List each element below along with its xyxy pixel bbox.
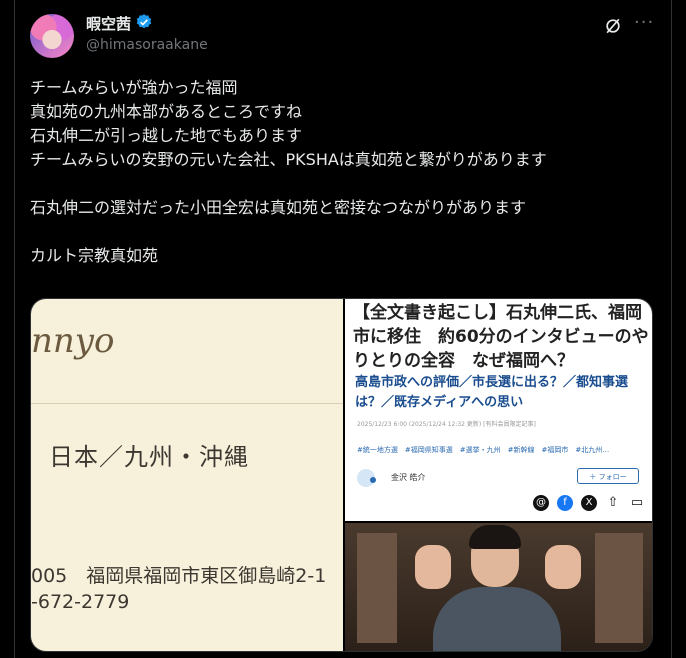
bookshelf: [595, 533, 643, 643]
facebook-icon: f: [557, 495, 573, 511]
more-options-icon[interactable]: ···: [634, 12, 654, 33]
author-badge-icon: [370, 477, 376, 483]
user-handle[interactable]: @himasoraakane: [86, 37, 208, 53]
avatar[interactable]: [30, 14, 74, 58]
share-icon: ⇧: [607, 495, 619, 510]
brand-logo-text: nnyo: [31, 321, 115, 361]
person-hair: [469, 525, 521, 549]
media-image-article[interactable]: 【全文書き起こし】石丸伸二氏、福岡市に移住 約60分のインタビューのやりとりの全…: [345, 299, 652, 521]
media-grid: nnyo 日本／九州・沖縄 005 福岡県福岡市東区御島崎2-1 -672-27…: [30, 298, 653, 652]
follow-button: ＋ フォロー: [577, 468, 639, 484]
share-icons: @ f X ⇧ ▭: [533, 495, 645, 511]
article-subheadline: 高島市政への評価／市長選に出る？／都知事選は？／既存メディアへの思い: [355, 375, 629, 410]
person-hand-left: [415, 545, 451, 589]
phone-text: -672-2779: [31, 591, 130, 613]
media-image-portrait[interactable]: [345, 523, 652, 651]
divider: [31, 403, 343, 404]
verified-badge-icon: [136, 14, 152, 29]
display-name[interactable]: 暇空茜: [86, 13, 131, 34]
article-author: 金沢 皓介: [391, 473, 426, 482]
threads-icon: @: [533, 495, 549, 511]
article-headline: 【全文書き起こし】石丸伸二氏、福岡市に移住 約60分のインタビューのやりとりの全…: [353, 303, 649, 371]
link-icon: ▭: [630, 495, 644, 510]
post-text: チームみらいが強かった福岡 真如苑の九州本部があるところですね 石丸伸二が引っ越…: [30, 78, 547, 265]
article-tags: #統一地方選 #福岡県知事選 #選挙・九州 #新幹線 #福岡市 #北九州…: [357, 446, 610, 454]
bookshelf: [357, 533, 397, 643]
article-date: 2025/12/23 6:00 (2025/12/24 12:32 更新) [有…: [357, 421, 536, 428]
grok-icon[interactable]: [603, 16, 623, 36]
person-hand-right: [545, 545, 581, 589]
address-text: 005 福岡県福岡市東区御島崎2-1: [31, 565, 327, 587]
person-body: [433, 587, 561, 651]
region-label: 日本／九州・沖縄: [49, 443, 249, 471]
x-icon: X: [581, 495, 597, 511]
media-image-left[interactable]: nnyo 日本／九州・沖縄 005 福岡県福岡市東区御島崎2-1 -672-27…: [31, 299, 343, 651]
